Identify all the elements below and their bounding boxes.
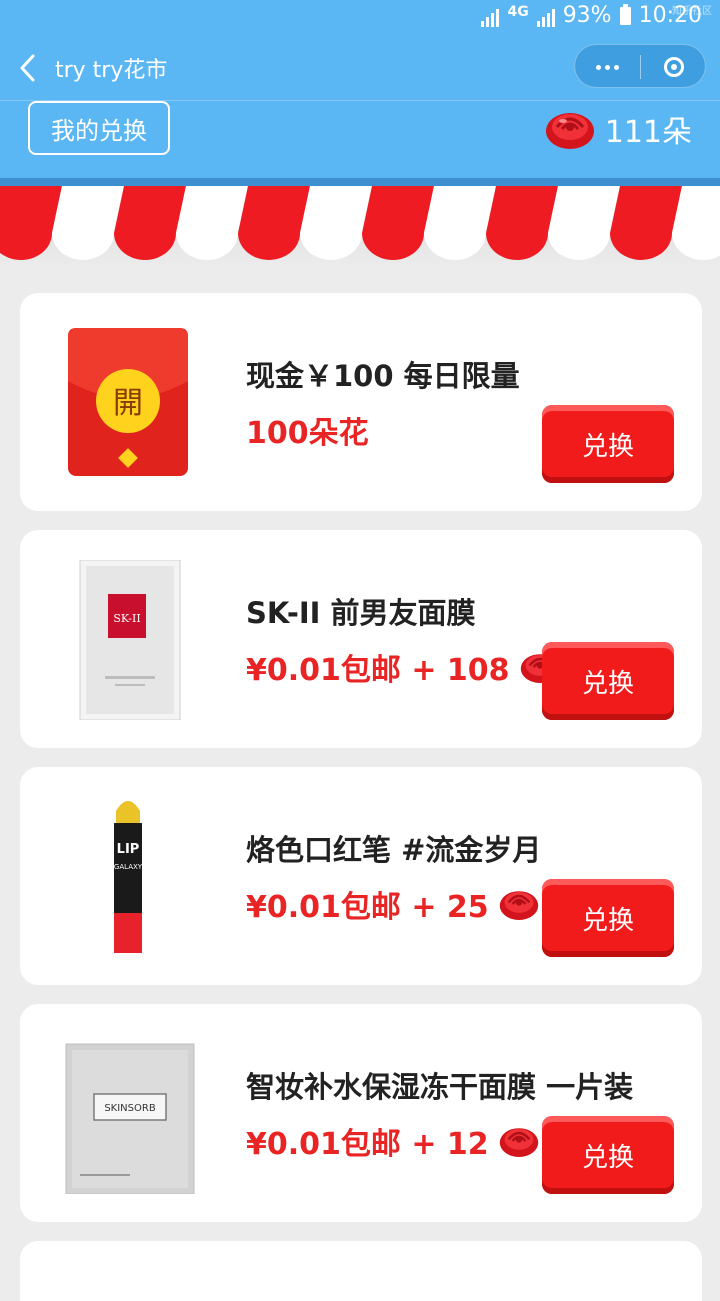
product-name: 现金￥100 每日限量 <box>246 359 520 393</box>
network-label: 4G <box>507 3 529 20</box>
my-exchange-button[interactable]: 我的兑换 <box>28 101 170 155</box>
product-card-partial <box>20 1241 702 1301</box>
watermark: 知乎社区 <box>672 6 712 17</box>
skinsorb-logo: SKINSORB <box>104 1103 156 1114</box>
lip-brand: LIP <box>117 842 140 857</box>
status-bar: 4G 93% 10:20 知乎社区 <box>0 0 720 36</box>
exchange-button[interactable]: 兑换 <box>542 642 674 720</box>
header-strip: 我的兑换 111朵 <box>0 100 720 181</box>
product-card: SKINSORB 智妆补水保湿冻干面膜 一片装 ¥0.01包邮 + 12 兑换 <box>20 1004 702 1222</box>
product-card: SK-II SK-II 前男友面膜 ¥0.01包邮 + 108 兑换 <box>20 530 702 748</box>
mini-program-capsule <box>574 44 706 88</box>
exchange-button[interactable]: 兑换 <box>542 405 674 483</box>
signal-icon <box>481 5 500 27</box>
product-price: ¥0.01包邮 + 108 <box>246 653 510 688</box>
product-list: 開 现金￥100 每日限量 100朵花 兑换 SK-II SK-II 前男友面膜… <box>20 293 702 1301</box>
mask-pack-image: SKINSORB <box>65 1043 195 1194</box>
nav-bar: try try花市 <box>0 36 720 100</box>
shop-awning <box>0 178 720 268</box>
product-name: 烙色口红笔 #流金岁月 <box>246 833 542 867</box>
rose-icon <box>499 891 538 920</box>
price-row: ¥0.01包邮 + 25 <box>246 882 539 926</box>
flower-count: 111朵 <box>604 115 692 150</box>
battery-icon <box>619 3 631 25</box>
close-target-icon[interactable] <box>641 45 707 89</box>
more-icon[interactable] <box>575 45 640 89</box>
product-price: ¥0.01包邮 + 12 <box>246 1127 489 1162</box>
page-title: try try花市 <box>55 58 168 83</box>
skii-logo: SK-II <box>113 612 140 625</box>
lipstick-image: LIP GALAXY <box>114 801 143 953</box>
price-row: ¥0.01包邮 + 108 <box>246 645 560 689</box>
exchange-button[interactable]: 兑换 <box>542 879 674 957</box>
rose-icon <box>545 113 594 149</box>
flower-balance: 111朵 <box>545 107 692 151</box>
product-price: ¥0.01包邮 + 25 <box>246 890 489 925</box>
price-row: ¥0.01包邮 + 12 <box>246 1119 539 1163</box>
red-envelope-image: 開 <box>68 328 188 476</box>
lip-sub: GALAXY <box>114 863 143 871</box>
battery-percent: 93% <box>562 3 612 28</box>
product-name: 智妆补水保湿冻干面膜 一片装 <box>246 1070 634 1104</box>
price-row: 100朵花 <box>246 408 369 452</box>
product-price: 100朵花 <box>246 416 369 451</box>
back-arrow-icon[interactable] <box>14 50 44 86</box>
product-card: 開 现金￥100 每日限量 100朵花 兑换 <box>20 293 702 511</box>
product-card: LIP GALAXY 烙色口红笔 #流金岁月 ¥0.01包邮 + 25 兑换 <box>20 767 702 985</box>
exchange-button[interactable]: 兑换 <box>542 1116 674 1194</box>
signal-icon-2 <box>536 5 555 27</box>
product-name: SK-II 前男友面膜 <box>246 596 476 630</box>
envelope-character: 開 <box>113 386 143 421</box>
facial-mask-image: SK-II <box>79 560 181 720</box>
rose-icon <box>499 1128 538 1157</box>
